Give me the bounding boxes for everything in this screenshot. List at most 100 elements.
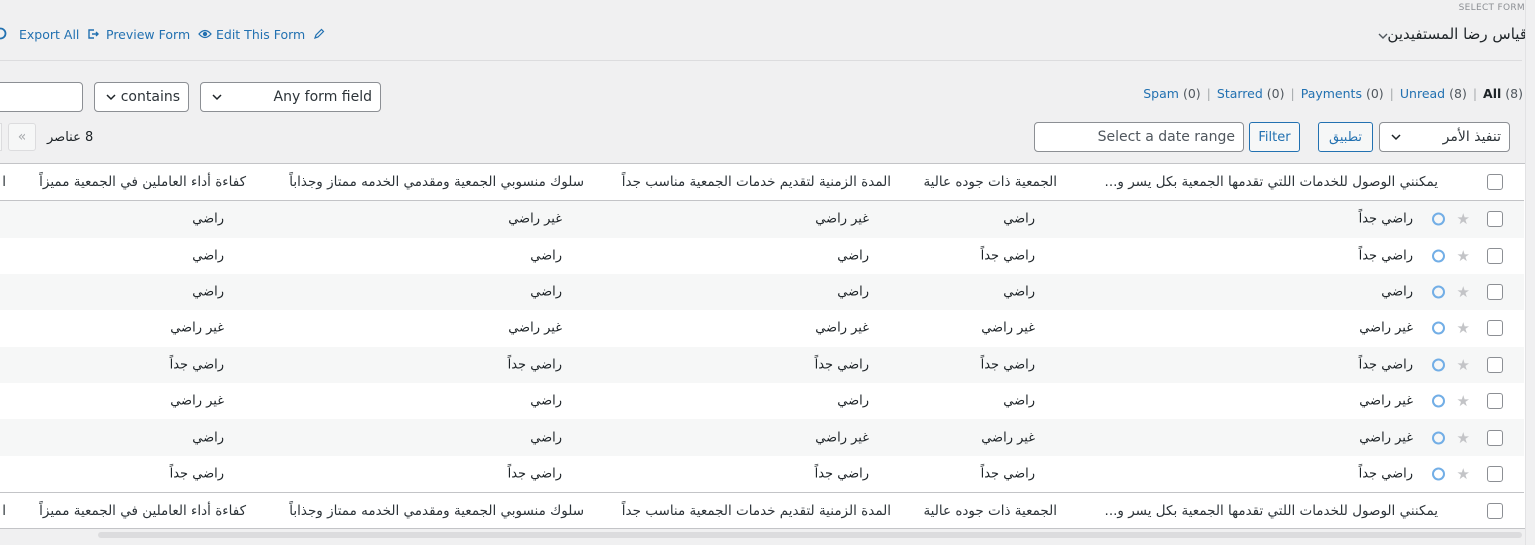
star-icon[interactable]: ★ xyxy=(1457,356,1470,374)
view-all[interactable]: All (8) xyxy=(1483,86,1523,101)
field-select[interactable]: Any form field xyxy=(200,82,381,112)
column-header[interactable]: ا xyxy=(2,503,6,519)
vertical-scrollbar[interactable] xyxy=(1525,0,1535,545)
column-header[interactable]: كفاءة أداء العاملين في الجمعية مميزاً xyxy=(39,174,246,190)
view-unread[interactable]: Unread (8) xyxy=(1400,86,1467,101)
table-row[interactable]: ★ راضي جداً راضي جداً راضي راضي راضي xyxy=(0,237,1524,274)
entries-table: يمكنني الوصول للخدمات اللتي تقدمها الجمع… xyxy=(0,163,1526,529)
select-all-checkbox[interactable] xyxy=(1487,503,1503,520)
row-checkbox[interactable] xyxy=(1487,429,1503,446)
table-cell: راضي جداً xyxy=(814,466,869,482)
export-all-label: Export All xyxy=(19,27,80,42)
table-row[interactable]: ★ غير راضي غير راضي غير راضي غير راضي غير راض… xyxy=(0,310,1524,347)
operator-value: contains xyxy=(120,89,180,105)
table-row[interactable]: ★ راضي جداً راضي غير راضي غير راضي راضي xyxy=(0,201,1524,238)
view-starred[interactable]: Starred (0) xyxy=(1217,86,1285,101)
select-form-label: SELECT FORM xyxy=(1458,3,1525,13)
table-cell: راضي جداً xyxy=(1358,211,1413,227)
row-checkbox[interactable] xyxy=(1487,466,1503,483)
preview-form-label: Preview Form xyxy=(106,27,191,42)
table-cell: راضي xyxy=(530,248,562,264)
table-cell: غير راضي xyxy=(981,430,1035,446)
column-header[interactable]: سلوك منسوبي الجمعية ومقدمي الخدمه ممتاز … xyxy=(289,174,584,190)
prev-page-button[interactable] xyxy=(0,123,2,151)
star-icon[interactable]: ★ xyxy=(1457,283,1470,301)
table-cell: راضي xyxy=(530,430,562,446)
table-row[interactable]: ★ راضي راضي راضي راضي راضي xyxy=(0,273,1524,311)
unread-indicator-icon[interactable] xyxy=(1432,358,1445,372)
unread-indicator-icon[interactable] xyxy=(1432,431,1445,445)
date-range-input[interactable]: Select a date range xyxy=(1034,122,1244,152)
circle-icon[interactable] xyxy=(0,27,7,40)
first-page-button[interactable]: « xyxy=(8,123,36,151)
table-row[interactable]: ★ غير راضي راضي راضي راضي غير راضي xyxy=(0,383,1524,420)
table-cell: راضي xyxy=(837,393,869,409)
chevron-down-icon xyxy=(212,94,222,101)
select-all-checkbox[interactable] xyxy=(1487,174,1503,191)
column-header[interactable]: ا xyxy=(2,174,6,190)
export-icon xyxy=(88,29,100,39)
view-payments[interactable]: Payments (0) xyxy=(1301,86,1384,101)
column-header[interactable]: كفاءة أداء العاملين في الجمعية مميزاً xyxy=(39,503,246,519)
table-cell: راضي xyxy=(192,248,224,264)
star-icon[interactable]: ★ xyxy=(1457,210,1470,228)
preview-form-link[interactable]: Preview Form xyxy=(106,27,212,42)
unread-indicator-icon[interactable] xyxy=(1432,285,1445,299)
row-checkbox[interactable] xyxy=(1487,356,1503,373)
table-cell: غير راضي xyxy=(1359,393,1413,409)
table-cell: راضي جداً xyxy=(1358,466,1413,482)
column-header[interactable]: يمكنني الوصول للخدمات اللتي تقدمها الجمع… xyxy=(1105,174,1438,190)
table-cell: راضي xyxy=(530,393,562,409)
row-checkbox[interactable] xyxy=(1487,320,1503,337)
apply-button[interactable]: تطبيق xyxy=(1318,122,1373,152)
eye-icon xyxy=(198,29,212,39)
edit-form-link[interactable]: Edit This Form xyxy=(216,27,325,42)
row-checkbox[interactable] xyxy=(1487,247,1503,264)
star-icon[interactable]: ★ xyxy=(1457,465,1470,483)
table-cell: راضي جداً xyxy=(980,466,1035,482)
table-cell: راضي جداً xyxy=(980,248,1035,264)
column-header[interactable]: سلوك منسوبي الجمعية ومقدمي الخدمه ممتاز … xyxy=(289,503,584,519)
unread-indicator-icon[interactable] xyxy=(1432,394,1445,408)
table-cell: راضي xyxy=(1003,211,1035,227)
unread-indicator-icon[interactable] xyxy=(1432,321,1445,335)
star-icon[interactable]: ★ xyxy=(1457,429,1470,447)
column-header[interactable]: الجمعية ذات جوده عالية xyxy=(923,503,1057,519)
chevron-down-icon xyxy=(106,94,116,101)
table-row[interactable]: ★ راضي جداً راضي جداً راضي جداً راضي جداً راض… xyxy=(0,456,1524,493)
row-checkbox[interactable] xyxy=(1487,393,1503,410)
row-checkbox[interactable] xyxy=(1487,284,1503,301)
table-cell: راضي جداً xyxy=(980,357,1035,373)
table-cell: غير راضي xyxy=(170,320,224,336)
table-cell: راضي xyxy=(192,211,224,227)
entry-views: Spam (0) | Starred (0) | Payments (0) | Unread… xyxy=(1143,86,1523,101)
unread-indicator-icon[interactable] xyxy=(1432,212,1445,226)
search-input[interactable] xyxy=(0,82,83,112)
bulk-action-select[interactable]: تنفيذ الأمر xyxy=(1379,122,1510,152)
unread-indicator-icon[interactable] xyxy=(1432,467,1445,481)
view-spam[interactable]: Spam (0) xyxy=(1143,86,1200,101)
star-icon[interactable]: ★ xyxy=(1457,392,1470,410)
operator-select[interactable]: contains xyxy=(94,82,189,112)
table-row[interactable]: ★ غير راضي غير راضي غير راضي راضي راضي xyxy=(0,419,1524,456)
table-cell: راضي جداً xyxy=(1358,357,1413,373)
filter-button[interactable]: Filter xyxy=(1249,122,1300,152)
form-selector[interactable]: قياس رضا المستفيدين xyxy=(1387,25,1527,43)
column-header[interactable]: المدة الزمنية لتقديم خدمات الجمعية مناسب… xyxy=(622,503,891,519)
table-cell: راضي xyxy=(1381,284,1413,300)
table-cell: راضي xyxy=(837,248,869,264)
column-header[interactable]: المدة الزمنية لتقديم خدمات الجمعية مناسب… xyxy=(622,174,891,190)
table-row[interactable]: ★ راضي جداً راضي جداً راضي جداً راضي جداً راض… xyxy=(0,346,1524,384)
table-cell: غير راضي xyxy=(1359,320,1413,336)
horizontal-scrollbar[interactable] xyxy=(98,532,1522,538)
column-header[interactable]: الجمعية ذات جوده عالية xyxy=(923,174,1057,190)
star-icon[interactable]: ★ xyxy=(1457,247,1470,265)
table-cell: غير راضي xyxy=(815,430,869,446)
chevron-down-icon[interactable] xyxy=(1377,30,1389,42)
star-icon[interactable]: ★ xyxy=(1457,319,1470,337)
row-checkbox[interactable] xyxy=(1487,211,1503,228)
export-all-link[interactable]: Export All xyxy=(19,27,100,42)
unread-indicator-icon[interactable] xyxy=(1432,249,1445,263)
column-header[interactable]: يمكنني الوصول للخدمات اللتي تقدمها الجمع… xyxy=(1105,503,1438,519)
chevron-down-icon xyxy=(1391,134,1401,141)
